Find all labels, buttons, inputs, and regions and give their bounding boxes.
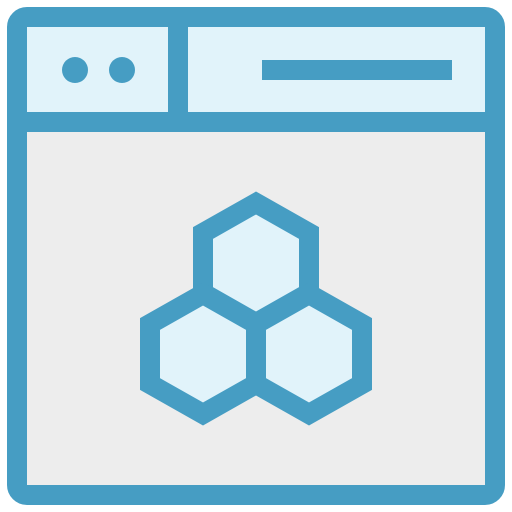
browser-window-svg	[7, 7, 505, 505]
window-dot-1	[62, 57, 88, 83]
hexagon-bottom-right	[246, 282, 372, 426]
header-left-panel	[17, 17, 178, 122]
address-bar-line	[262, 60, 452, 80]
hexagon-bottom-left	[140, 282, 266, 426]
browser-window-icon	[0, 0, 512, 512]
window-dot-2	[109, 57, 135, 83]
